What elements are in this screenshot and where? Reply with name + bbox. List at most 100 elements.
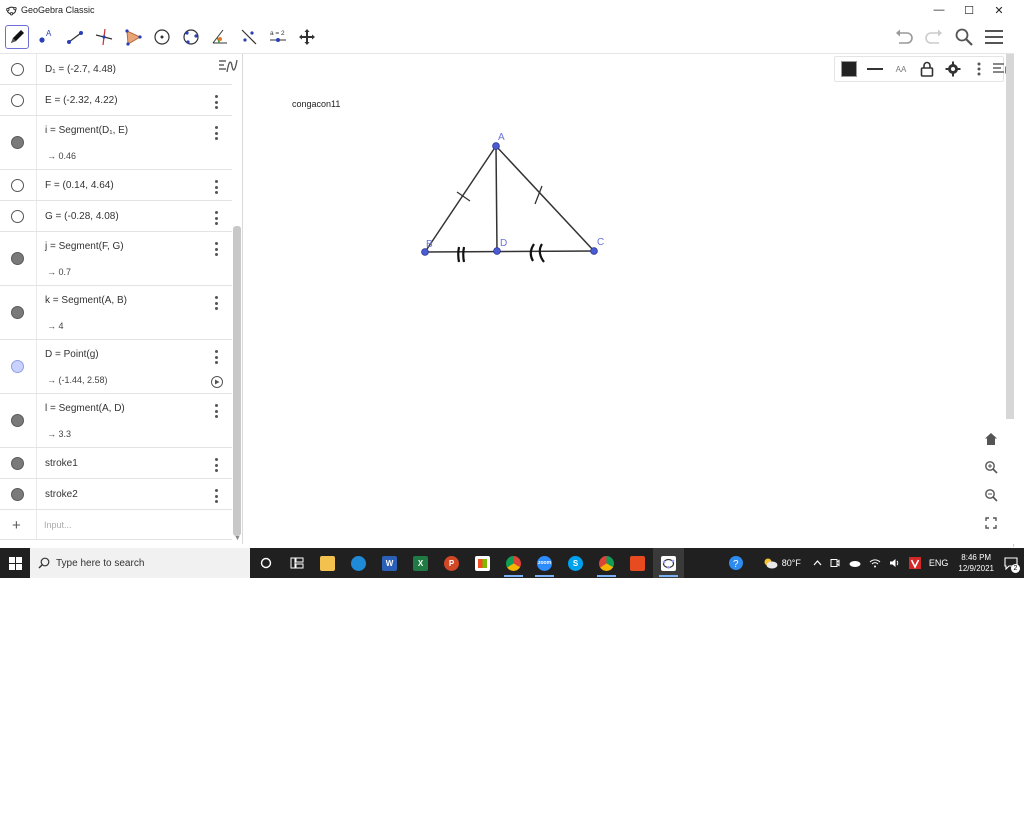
help-button[interactable]: ? [728,555,744,571]
reflect-tool[interactable] [237,25,261,49]
task-view-button[interactable] [281,548,312,578]
text-size-button[interactable]: AA [891,59,911,79]
segment-AC[interactable] [495,145,595,252]
row-menu-button[interactable] [214,180,218,194]
row-menu-button[interactable] [214,211,218,225]
pen-tool[interactable] [5,24,29,49]
scroll-down-arrow-icon[interactable]: ▼ [234,535,241,542]
notification-center-button[interactable]: 2 [1004,556,1020,573]
algebra-definition[interactable]: G = (-0.28, 4.08) [45,211,119,222]
circle-tool[interactable] [150,25,174,49]
minimize-button[interactable]: — [924,0,954,20]
home-button[interactable] [980,428,1002,450]
point-C[interactable] [590,247,598,255]
algebra-definition[interactable]: F = (0.14, 4.64) [45,180,114,191]
stroke2-second[interactable] [538,243,545,263]
geometry-canvas[interactable]: congacon11 A B C D [244,54,1014,544]
algebra-input-field[interactable]: Input... [44,520,72,530]
segment-AB[interactable] [424,145,497,253]
algebra-definition[interactable]: l = Segment(A, D) [45,403,125,414]
algebra-input-row[interactable]: + Input... [0,510,232,540]
algebra-row[interactable]: E = (-2.32, 4.22) [0,85,232,116]
maximize-button[interactable]: ☐ [954,0,984,20]
taskbar-search-box[interactable]: Type here to search [30,548,250,578]
point-A[interactable] [492,142,500,150]
row-menu-button[interactable] [214,126,218,140]
row-menu-button[interactable] [214,350,218,364]
zoom-app[interactable]: zoom [529,548,560,578]
algebra-definition[interactable]: D₁ = (-2.7, 4.48) [45,64,116,75]
excel-app[interactable]: X [405,548,436,578]
stroke1[interactable] [457,246,461,263]
visibility-toggle[interactable] [11,210,24,223]
segment-BC[interactable] [424,250,595,253]
search-button[interactable] [952,25,976,49]
algebra-scrollbar[interactable] [233,226,241,536]
word-app[interactable]: W [374,548,405,578]
algebra-row[interactable]: G = (-0.28, 4.08) [0,201,232,232]
algebra-row[interactable]: l = Segment(A, D) → 3.3 [0,394,232,448]
start-button[interactable] [0,548,30,578]
visibility-toggle[interactable] [11,488,24,501]
office-app[interactable] [622,548,653,578]
slider-tool[interactable]: a = 2 [266,25,290,49]
algebra-row[interactable]: j = Segment(F, G) → 0.7 [0,232,232,286]
algebra-row[interactable]: k = Segment(A, B) → 4 [0,286,232,340]
main-menu-button[interactable] [982,25,1006,49]
wifi-button[interactable] [869,558,881,568]
store-app[interactable] [467,548,498,578]
row-menu-button[interactable] [214,489,218,503]
powerpoint-app[interactable]: P [436,548,467,578]
settings-button[interactable] [943,59,963,79]
lock-button[interactable] [917,59,937,79]
cortana-button[interactable] [250,548,281,578]
algebra-definition[interactable]: D = Point(g) [45,349,99,360]
circle-through-points-tool[interactable] [179,25,203,49]
redo-button[interactable] [922,25,946,49]
line-style-button[interactable] [865,59,885,79]
zoom-in-button[interactable] [980,456,1002,478]
algebra-row[interactable]: stroke1 [0,448,232,479]
fullscreen-button[interactable] [980,512,1002,534]
geogebra-taskbar-app[interactable] [653,548,684,578]
more-options-button[interactable] [969,59,989,79]
segment-tool[interactable] [63,25,87,49]
text-congacon11[interactable]: congacon11 [292,99,340,109]
clock[interactable]: 8:46 PM 12/9/2021 [958,552,994,574]
algebra-row[interactable]: stroke2 [0,479,232,510]
file-explorer-app[interactable] [312,548,343,578]
language-indicator[interactable]: ENG [929,558,949,568]
visibility-toggle[interactable] [11,414,24,427]
visibility-toggle[interactable] [11,179,24,192]
color-button[interactable] [839,59,859,79]
algebra-definition[interactable]: j = Segment(F, G) [45,241,124,252]
stroke1-second[interactable] [462,246,466,263]
onedrive-button[interactable] [848,559,861,567]
chrome-app[interactable] [498,548,529,578]
algebra-definition[interactable]: k = Segment(A, B) [45,295,127,306]
algebra-definition[interactable]: stroke1 [45,458,78,469]
skype-app[interactable]: S [560,548,591,578]
algebra-row[interactable]: D = Point(g) → (-1.44, 2.58) [0,340,232,394]
chrome-profile-app[interactable] [591,548,622,578]
graphics-scrollbar[interactable] [1006,54,1014,419]
zoom-out-button[interactable] [980,484,1002,506]
antivirus-button[interactable] [908,557,921,569]
point-tool[interactable]: A [34,25,58,49]
angle-tool[interactable] [208,25,232,49]
segment-l-AD[interactable] [495,145,498,252]
show-hidden-icons-button[interactable] [813,560,822,566]
algebra-row[interactable]: F = (0.14, 4.64) [0,170,232,201]
row-menu-button[interactable] [214,404,218,418]
undo-button[interactable] [892,25,916,49]
row-menu-button[interactable] [214,296,218,310]
algebra-row[interactable]: D₁ = (-2.7, 4.48) [0,54,232,85]
edge-app[interactable] [343,548,374,578]
algebra-definition[interactable]: E = (-2.32, 4.22) [45,95,118,106]
algebra-row[interactable]: i = Segment(D₁, E) → 0.46 [0,116,232,170]
play-animation-button[interactable] [211,376,223,388]
algebra-definition[interactable]: i = Segment(D₁, E) [45,125,128,136]
visibility-toggle[interactable] [11,457,24,470]
row-menu-button[interactable] [214,95,218,109]
move-graphics-tool[interactable] [295,25,319,49]
